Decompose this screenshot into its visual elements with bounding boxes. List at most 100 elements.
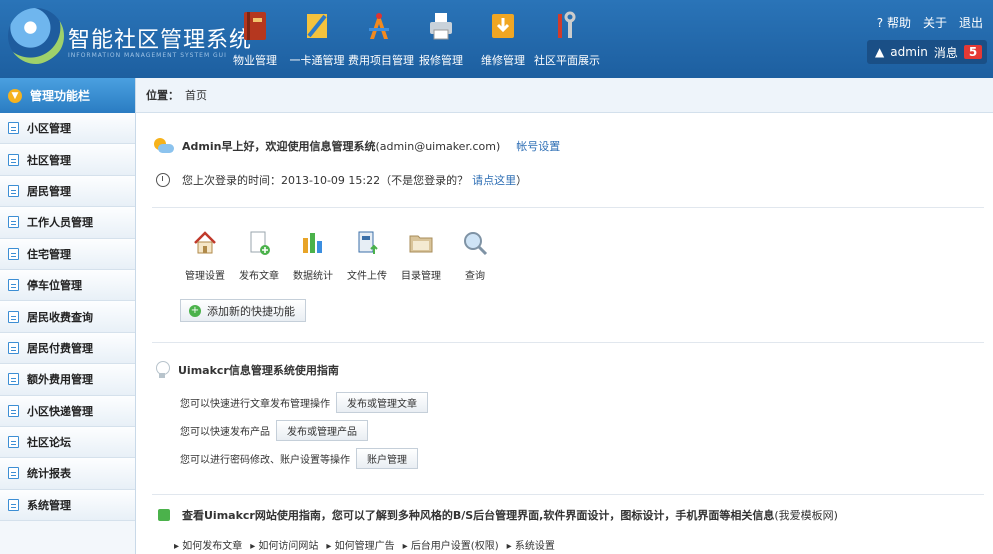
- sidebar-item-system[interactable]: 系统管理: [0, 489, 135, 522]
- sidebar-item-community[interactable]: 社区管理: [0, 144, 135, 176]
- sidebar-item-reports[interactable]: 统计报表: [0, 458, 135, 490]
- sidebar-item-housing[interactable]: 住宅管理: [0, 238, 135, 270]
- home-icon: [194, 231, 216, 254]
- greeting-text: Admin早上好，欢迎使用信息管理系统: [182, 140, 376, 153]
- help-link[interactable]: ? 帮助: [877, 14, 911, 31]
- sidebar-item-label: 工作人员管理: [27, 216, 93, 230]
- add-shortcut-button[interactable]: + 添加新的快捷功能: [180, 299, 306, 322]
- shortcut-label: 数据统计: [293, 271, 333, 282]
- logout-link[interactable]: 退出: [959, 14, 983, 31]
- edit-icon: [8, 184, 19, 197]
- shortcut-label: 文件上传: [347, 271, 387, 282]
- breadcrumb-current[interactable]: 首页: [185, 87, 207, 103]
- sidebar-item-label: 系统管理: [27, 498, 71, 512]
- about-link[interactable]: 关于: [923, 14, 947, 31]
- weather-sun-icon: [152, 138, 174, 154]
- sidebar-item-label: 居民付费管理: [27, 341, 93, 355]
- not-me-link[interactable]: 请点这里: [472, 172, 516, 188]
- sidebar-item-fee-query[interactable]: 居民收费查询: [0, 301, 135, 333]
- breadcrumb-label: 位置：: [146, 89, 179, 102]
- nav-label: 一卡通管理: [289, 54, 345, 67]
- breadcrumb: 位置： 首页: [136, 78, 993, 113]
- nav-maintenance[interactable]: 维修管理: [472, 0, 534, 78]
- guide-title: Uimakcr信息管理系统使用指南: [178, 364, 339, 377]
- sidebar-item-residents[interactable]: 居民管理: [0, 175, 135, 208]
- sidebar-item-express[interactable]: 小区快递管理: [0, 395, 135, 427]
- last-login-row: 您上次登录的时间：2013-10-09 15:22（不是您登录的？ 请点这里 ）: [152, 168, 982, 192]
- magnifier-icon: [464, 232, 488, 256]
- nav-label: 社区平面展示: [534, 54, 600, 67]
- messages-link[interactable]: 消息: [934, 44, 958, 61]
- sidebar-item-label: 居民管理: [27, 184, 71, 198]
- shortcut-statistics[interactable]: 数据统计: [286, 230, 340, 282]
- guide-row: 您可以快速进行文章发布管理操作 发布或管理文章: [152, 388, 982, 416]
- paren-close: ）: [516, 174, 528, 187]
- guide-link-label: 如何发布文章: [182, 541, 243, 552]
- list-icon: [8, 373, 19, 386]
- nav-repair-report[interactable]: 报修管理: [410, 0, 472, 78]
- guide-link-user-settings[interactable]: ▸ 后台用户设置(权限): [403, 537, 499, 552]
- list-icon: [8, 279, 19, 292]
- list-icon: [8, 436, 19, 449]
- main-nav: 物业管理 一卡通管理 费用项目管理 报修管理 维修管理 社区平面展示: [224, 0, 600, 78]
- help-label: 帮助: [886, 16, 911, 30]
- site-guide-panel: 查看Uimakcr网站使用指南，您可以了解到多种风格的B/S后台管理界面,软件界…: [152, 505, 982, 552]
- account-management-button[interactable]: 账户管理: [356, 447, 418, 469]
- sidebar-item-staff[interactable]: 工作人员管理: [0, 207, 135, 239]
- sidebar-item-parking[interactable]: 停车位管理: [0, 269, 135, 302]
- nav-label: 物业管理: [233, 54, 277, 67]
- document-add-icon: [250, 231, 270, 255]
- guide-row: 您可以快速发布产品 发布或管理产品: [152, 416, 982, 444]
- guide-row: 您可以进行密码修改、账户设置等操作 账户管理: [152, 444, 982, 472]
- shortcut-manage-settings[interactable]: 管理设置: [178, 230, 232, 282]
- sidebar-item-label: 社区管理: [27, 153, 71, 167]
- guide-row-text: 您可以快速进行文章发布管理操作: [180, 398, 330, 410]
- username[interactable]: admin: [890, 45, 928, 59]
- nav-label: 报修管理: [419, 54, 463, 67]
- site-guide-title: 查看Uimakcr网站使用指南，您可以了解到多种风格的B/S后台管理界面,软件界…: [182, 507, 838, 523]
- welcome-panel: Admin早上好，欢迎使用信息管理系统 (admin@uimaker.com) …: [152, 134, 982, 192]
- divider: [152, 342, 984, 343]
- account-settings-link[interactable]: 帐号设置: [516, 138, 560, 154]
- tools-icon: [558, 11, 576, 38]
- sidebar-item-label: 小区管理: [27, 122, 71, 136]
- manage-articles-button[interactable]: 发布或管理文章: [336, 391, 428, 413]
- shortcut-directory[interactable]: 目录管理: [394, 230, 448, 282]
- manage-products-button[interactable]: 发布或管理产品: [276, 419, 368, 441]
- shortcut-label: 管理设置: [185, 271, 225, 282]
- guide-link-label: 如何管理广告: [334, 541, 395, 552]
- sidebar-item-payments[interactable]: 居民付费管理: [0, 332, 135, 365]
- list-icon: [8, 122, 19, 135]
- guide-link-manage-ads[interactable]: ▸ 如何管理广告: [326, 537, 394, 552]
- guide-link-label: 系统设置: [514, 541, 555, 552]
- sidebar-item-label: 停车位管理: [27, 279, 82, 293]
- site-guide-title-text: 查看Uimakcr网站使用指南，您可以了解到多种风格的B/S后台管理界面,软件界…: [182, 509, 775, 522]
- sidebar-title: 管理功能栏: [30, 89, 91, 103]
- plus-icon: +: [189, 304, 201, 317]
- guide-link-publish-article[interactable]: ▸ 如何发布文章: [174, 537, 242, 552]
- guide-row-text: 您可以快速发布产品: [180, 426, 270, 438]
- folder-icon: [409, 235, 433, 253]
- sidebar-item-forum[interactable]: 社区论坛: [0, 426, 135, 459]
- shortcut-file-upload[interactable]: 文件上传: [340, 230, 394, 282]
- nav-property[interactable]: 物业管理: [224, 0, 286, 78]
- shortcut-publish-article[interactable]: 发布文章: [232, 230, 286, 282]
- list-icon: [8, 341, 19, 354]
- nav-community-plan[interactable]: 社区平面展示: [534, 0, 600, 78]
- site-guide-title-row: 查看Uimakcr网站使用指南，您可以了解到多种风格的B/S后台管理界面,软件界…: [152, 505, 982, 525]
- last-login-text: 您上次登录的时间：2013-10-09 15:22（不是您登录的？: [182, 174, 469, 187]
- sidebar-item-community-area[interactable]: 小区管理: [0, 113, 135, 145]
- sidebar-header[interactable]: ▼ 管理功能栏: [0, 78, 135, 113]
- sidebar: ▼ 管理功能栏 小区管理 社区管理 居民管理 工作人员管理 住宅管理 停车位管理…: [0, 78, 136, 554]
- sidebar-item-extra-fees[interactable]: 额外费用管理: [0, 364, 135, 396]
- nav-card[interactable]: 一卡通管理: [286, 0, 348, 78]
- guide-link-visit-site[interactable]: ▸ 如何访问网站: [250, 537, 318, 552]
- guide-link-system-settings[interactable]: ▸ 系统设置: [507, 537, 555, 552]
- nav-label: 费用项目管理: [348, 54, 414, 67]
- user-email: (admin@uimaker.com): [375, 139, 501, 153]
- shortcut-search[interactable]: 查询: [448, 230, 502, 282]
- site-guide-source: (我爱模板网): [774, 509, 838, 522]
- download-box-icon: [492, 14, 514, 38]
- message-count-badge[interactable]: 5: [963, 45, 983, 59]
- nav-fee-items[interactable]: 费用项目管理: [348, 0, 414, 78]
